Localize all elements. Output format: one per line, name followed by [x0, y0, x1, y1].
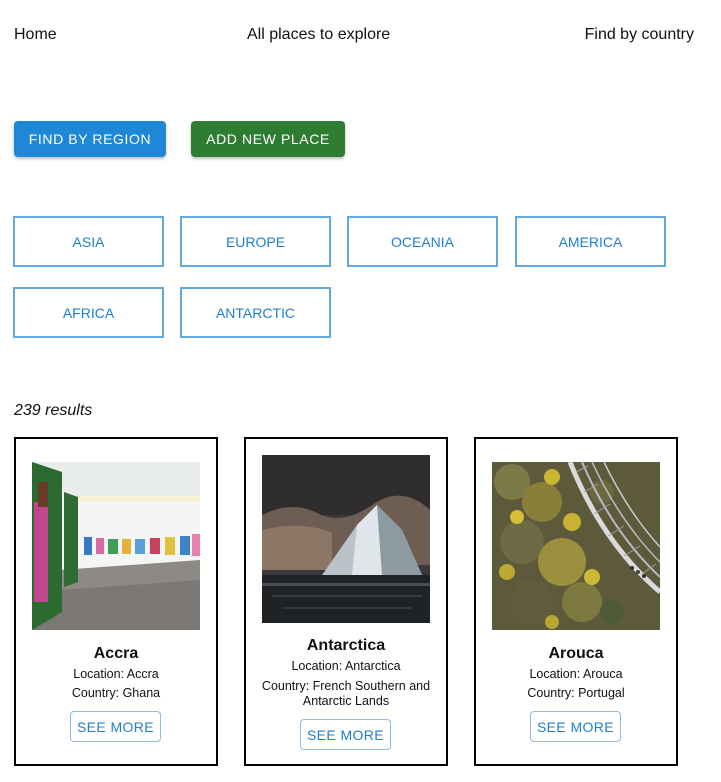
see-more-button[interactable]: SEE MORE: [300, 719, 391, 750]
see-more-button[interactable]: SEE MORE: [530, 711, 621, 742]
region-button-america[interactable]: AMERICA: [515, 216, 666, 267]
region-button-africa[interactable]: AFRICA: [13, 287, 164, 338]
place-card-antarctica: Antarctica Location: Antarctica Country:…: [244, 437, 448, 766]
see-more-button[interactable]: SEE MORE: [70, 711, 161, 742]
place-title: Accra: [93, 645, 139, 662]
region-button-europe[interactable]: EUROPE: [180, 216, 331, 267]
place-country: Country: Portugal: [527, 686, 625, 700]
place-image-accra: [32, 462, 200, 630]
place-image-antarctica: [262, 455, 430, 623]
place-location: Location: Accra: [73, 667, 159, 681]
results-count: 239 results: [14, 402, 93, 419]
nav-find-by-country-link[interactable]: Find by country: [585, 26, 694, 44]
region-button-antarctic[interactable]: ANTARCTIC: [180, 287, 331, 338]
find-by-region-button[interactable]: FIND BY REGION: [14, 121, 166, 157]
place-image-arouca: [492, 462, 660, 630]
place-location: Location: Antarctica: [291, 659, 401, 673]
region-button-asia[interactable]: ASIA: [13, 216, 164, 267]
place-location: Location: Arouca: [529, 667, 623, 681]
place-country: Country: French Southern and Antarctic L…: [261, 679, 431, 708]
nav-home-link[interactable]: Home: [14, 26, 57, 44]
top-nav: Home All places to explore Find by count…: [0, 26, 721, 46]
place-card-arouca: Arouca Location: Arouca Country: Portuga…: [474, 437, 678, 766]
region-button-oceania[interactable]: OCEANIA: [347, 216, 498, 267]
place-title: Antarctica: [306, 637, 386, 654]
place-title: Arouca: [548, 645, 604, 662]
nav-all-places-link[interactable]: All places to explore: [247, 26, 390, 44]
place-card-accra: Accra Location: Accra Country: Ghana SEE…: [14, 437, 218, 766]
add-new-place-button[interactable]: ADD NEW PLACE: [191, 121, 345, 157]
place-country: Country: Ghana: [71, 686, 161, 700]
